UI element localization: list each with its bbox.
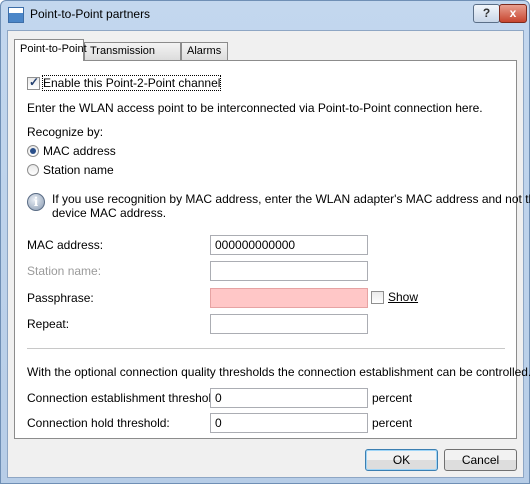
passphrase-label: Passphrase: xyxy=(27,291,94,305)
threshold-text: With the optional connection quality thr… xyxy=(27,365,530,379)
ok-button[interactable]: OK xyxy=(365,449,438,471)
tab-panel-point-to-point: ✓ Enable this Point-2-Point channel Ente… xyxy=(14,60,530,439)
mac-address-label: MAC address: xyxy=(27,238,104,252)
tab-point-to-point[interactable]: Point-to-Point xyxy=(14,39,87,61)
section-divider xyxy=(27,348,505,349)
radio-station-name-label[interactable]: Station name xyxy=(43,163,114,177)
cancel-button[interactable]: Cancel xyxy=(444,449,517,471)
dialog-body: Point-to-Point Transmission Alarms ✓ Ena… xyxy=(7,30,530,478)
establish-threshold-unit: percent xyxy=(372,391,413,405)
hold-threshold-unit: percent xyxy=(372,416,413,430)
checkmark-icon: ✓ xyxy=(29,75,40,89)
radio-mac-address-label[interactable]: MAC address xyxy=(43,144,116,158)
window-title: Point-to-Point partners xyxy=(30,7,151,21)
info-icon: i xyxy=(27,193,45,211)
passphrase-input[interactable] xyxy=(210,288,368,308)
intro-text: Enter the WLAN access point to be interc… xyxy=(27,101,483,115)
show-checkbox[interactable] xyxy=(371,291,384,304)
radio-mac-address[interactable] xyxy=(27,145,39,157)
enable-label[interactable]: Enable this Point-2-Point channel xyxy=(41,75,222,91)
dialog-window: Point-to-Point partners ? x Point-to-Poi… xyxy=(0,0,530,484)
repeat-label: Repeat: xyxy=(27,317,70,331)
station-name-input[interactable] xyxy=(210,261,368,281)
tab-transmission[interactable]: Transmission xyxy=(84,42,181,60)
show-label-text: Show xyxy=(388,290,419,304)
enable-checkbox[interactable]: ✓ xyxy=(27,75,40,90)
repeat-input[interactable] xyxy=(210,314,368,334)
close-button[interactable]: x xyxy=(499,4,527,23)
show-label[interactable]: Show xyxy=(388,290,418,304)
mac-address-input[interactable]: 000000000000 xyxy=(210,235,368,255)
recognize-label: Recognize by: xyxy=(27,125,104,139)
hold-threshold-input[interactable]: 0 xyxy=(210,413,368,433)
info-text-line1: If you use recognition by MAC address, e… xyxy=(52,192,530,206)
establish-threshold-input[interactable]: 0 xyxy=(210,388,368,408)
establish-threshold-label: Connection establishment threshold: xyxy=(27,391,222,405)
info-text-line2: device MAC address. xyxy=(52,206,167,220)
title-bar[interactable]: Point-to-Point partners ? x xyxy=(1,1,529,29)
station-name-label: Station name: xyxy=(27,264,102,278)
help-button[interactable]: ? xyxy=(473,4,500,23)
tab-alarms[interactable]: Alarms xyxy=(181,42,228,60)
window-icon xyxy=(8,7,24,23)
hold-threshold-label: Connection hold threshold: xyxy=(27,416,170,430)
radio-station-name[interactable] xyxy=(27,164,39,176)
